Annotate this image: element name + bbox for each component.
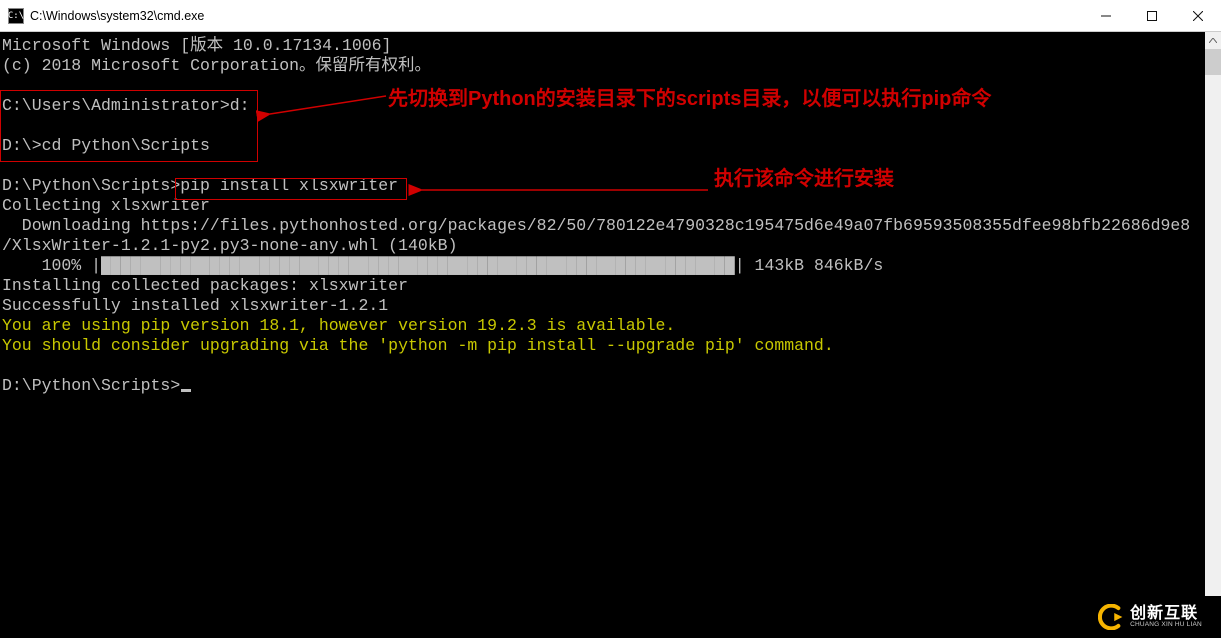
window-title: C:\Windows\system32\cmd.exe <box>30 9 1083 23</box>
cmd-3: pip install xlsxwriter <box>180 176 398 195</box>
minimize-button[interactable] <box>1083 0 1129 31</box>
cmd-1: d: <box>230 96 250 115</box>
warn-line-2: You should consider upgrading via the 'p… <box>2 336 834 355</box>
progress-suffix: | 143kB 846kB/s <box>735 256 884 275</box>
terminal-area: Microsoft Windows [版本 10.0.17134.1006] (… <box>0 32 1221 638</box>
download-line-2: /XlsxWriter-1.2.1-py2.py3-none-any.whl (… <box>2 236 457 255</box>
scroll-thumb[interactable] <box>1205 49 1221 75</box>
close-button[interactable] <box>1175 0 1221 31</box>
prompt-2: D:\> <box>2 136 42 155</box>
prompt-3: D:\Python\Scripts> <box>2 176 180 195</box>
maximize-button[interactable] <box>1129 0 1175 31</box>
close-icon <box>1193 11 1203 21</box>
maximize-icon <box>1147 11 1157 21</box>
watermark: 创新互联 CHUANG XIN HU LIAN <box>1079 596 1221 638</box>
prompt-1: C:\Users\Administrator> <box>2 96 230 115</box>
vertical-scrollbar[interactable] <box>1205 32 1221 638</box>
chevron-up-icon <box>1209 38 1217 43</box>
minimize-icon <box>1101 11 1111 21</box>
copyright-line: (c) 2018 Microsoft Corporation。保留所有权利。 <box>2 56 431 75</box>
collecting-line: Collecting xlsxwriter <box>2 196 210 215</box>
cmd-app-icon: C:\ <box>8 8 24 24</box>
warn-line-1: You are using pip version 18.1, however … <box>2 316 675 335</box>
watermark-cn: 创新互联 <box>1130 606 1202 622</box>
window-controls <box>1083 0 1221 31</box>
cursor <box>181 389 191 392</box>
progress-bar: ████████████████████████████████████████… <box>101 256 735 275</box>
prompt-4: D:\Python\Scripts> <box>2 376 180 395</box>
progress-pct: 100% | <box>2 256 101 275</box>
installing-line: Installing collected packages: xlsxwrite… <box>2 276 408 295</box>
success-line: Successfully installed xlsxwriter-1.2.1 <box>2 296 388 315</box>
window-titlebar: C:\ C:\Windows\system32\cmd.exe <box>0 0 1221 32</box>
watermark-text: 创新互联 CHUANG XIN HU LIAN <box>1130 606 1202 629</box>
download-line-1: Downloading https://files.pythonhosted.o… <box>2 216 1190 235</box>
cmd-2: cd Python\Scripts <box>42 136 210 155</box>
watermark-en: CHUANG XIN HU LIAN <box>1130 622 1202 629</box>
scroll-up-arrow[interactable] <box>1205 32 1221 49</box>
version-line: Microsoft Windows [版本 10.0.17134.1006] <box>2 36 391 55</box>
terminal-output[interactable]: Microsoft Windows [版本 10.0.17134.1006] (… <box>0 32 1205 638</box>
watermark-logo-icon <box>1098 604 1124 630</box>
